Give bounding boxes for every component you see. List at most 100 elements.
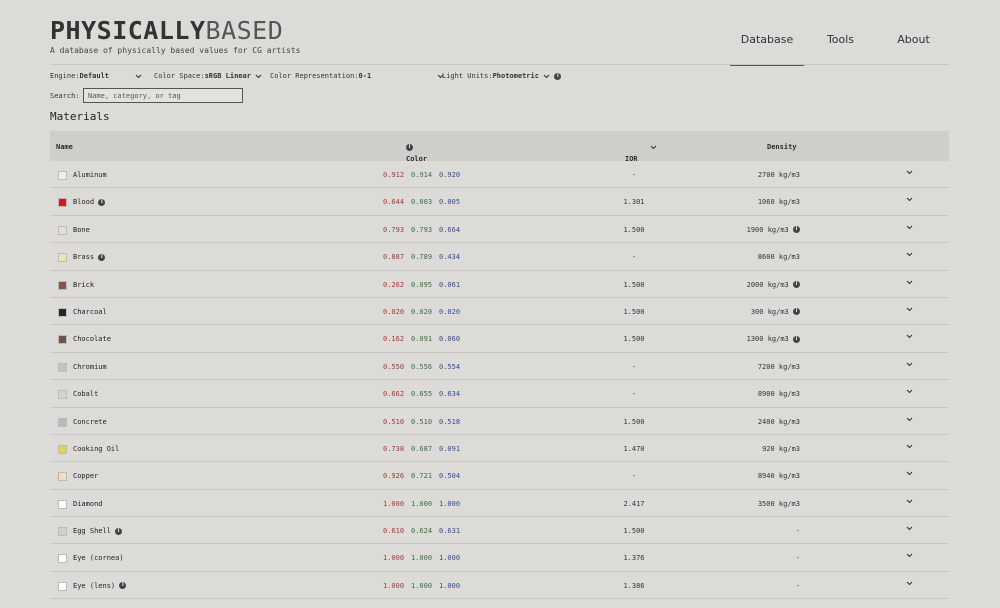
chevron-down-icon[interactable]	[906, 252, 913, 257]
color-swatch	[58, 390, 67, 400]
info-icon[interactable]: i	[98, 198, 106, 206]
color-b-value: 1.000	[439, 499, 461, 508]
density-label: 300 kg/m3	[750, 307, 789, 316]
material-name: Concrete	[73, 418, 107, 426]
chevron-down-icon[interactable]	[906, 581, 913, 586]
table-row[interactable]: Brick 0.262 0.095 0.061 1.500 2000 kg/m3 i	[50, 271, 949, 298]
chevron-down-icon[interactable]	[906, 307, 913, 312]
ior-value: 1.500	[623, 225, 645, 234]
color-g-value: 0.624	[411, 527, 433, 536]
header-name[interactable]: Name	[56, 143, 73, 151]
header-ior[interactable]: IOR	[625, 143, 657, 163]
color-swatch	[58, 362, 67, 372]
density-value: 1300 kg/m3 i	[700, 335, 800, 343]
info-icon[interactable]: i	[119, 582, 127, 590]
color-b-value: 0.434	[439, 253, 461, 262]
material-name: Blood i	[73, 198, 106, 206]
table-row[interactable]: Chocolate 0.162 0.091 0.060 1.500 1300 kg/m3 …	[50, 325, 949, 353]
chevron-down-icon[interactable]	[906, 197, 913, 202]
material-name-label: Chocolate	[73, 335, 111, 344]
light-units-value: Photometric	[492, 72, 539, 80]
chevron-down-icon[interactable]	[906, 526, 913, 531]
chevron-down-icon[interactable]	[906, 280, 913, 285]
table-row[interactable]: Eye (cornea) 1.000 1.000 1.000 1.376 -	[50, 544, 949, 572]
density-label: 920 kg/m3	[762, 444, 800, 453]
nav-about[interactable]: About	[877, 34, 950, 66]
color-b-value: 1.000	[439, 581, 461, 590]
info-icon[interactable]: i	[115, 527, 123, 535]
table-row[interactable]: Copper 0.926 0.721 0.504 - 8940 kg/m3	[50, 462, 949, 490]
info-icon[interactable]: i	[793, 335, 800, 343]
color-b-value: 0.060	[439, 335, 461, 344]
nav-database[interactable]: Database	[730, 34, 804, 66]
table-row[interactable]: Chromium 0.550 0.556 0.554 - 7200 kg/m3	[50, 353, 949, 381]
table-row[interactable]: Eye (lens) i 1.000 1.000 1.000 1.386 -	[50, 572, 949, 600]
density-label: 1900 kg/m3	[746, 225, 789, 234]
sort-chevron-icon[interactable]	[650, 145, 657, 150]
density-value: 8600 kg/m3	[700, 253, 800, 261]
chevron-down-icon[interactable]	[906, 417, 913, 422]
info-icon[interactable]: i	[793, 308, 800, 316]
search-input[interactable]	[83, 88, 243, 103]
material-name: Cobalt	[73, 390, 98, 398]
table-row[interactable]: Egg Shell i 0.610 0.624 0.631 1.500 -	[50, 517, 949, 545]
header-density[interactable]: Density	[767, 143, 797, 151]
info-icon[interactable]: i	[793, 281, 800, 289]
chevron-down-icon[interactable]	[906, 362, 913, 367]
table-row[interactable]: Cooking Oil 0.738 0.687 0.091 1.470 920 kg/m3	[50, 435, 949, 463]
color-swatch	[58, 472, 67, 482]
info-icon[interactable]: i	[793, 226, 800, 234]
density-label: 1060 kg/m3	[757, 198, 800, 207]
color-r-value: 0.738	[383, 444, 405, 453]
color-r-value: 1.000	[383, 581, 405, 590]
site-logo[interactable]: PHYSICALLYBASED	[50, 17, 283, 45]
chevron-down-icon[interactable]	[906, 389, 913, 394]
density-label: -	[795, 581, 800, 590]
table-row[interactable]: Diamond 1.000 1.000 1.000 2.417 3500 kg/m3	[50, 490, 949, 518]
chevron-down-icon[interactable]	[906, 553, 913, 558]
table-row[interactable]: Blood i 0.644 0.003 0.005 1.301 1060 kg/m3	[50, 188, 949, 216]
table-row[interactable]: Aluminum 0.912 0.914 0.920 - 2700 kg/m3	[50, 161, 949, 189]
table-row[interactable]: Cobalt 0.662 0.655 0.634 - 8900 kg/m3	[50, 380, 949, 408]
density-value: 2700 kg/m3	[700, 171, 800, 179]
density-label: -	[795, 554, 800, 563]
chevron-down-icon[interactable]	[906, 170, 913, 175]
table-header: Name Color i IOR Density	[50, 131, 949, 163]
material-name-label: Eye (lens)	[73, 581, 116, 590]
materials-table: Name Color i IOR Density Aluminum 0.912 0.…	[50, 131, 949, 600]
engine-select[interactable]: Engine:Default	[50, 72, 142, 80]
info-icon[interactable]: i	[98, 253, 106, 261]
info-icon[interactable]: i	[406, 143, 413, 151]
nav-tools[interactable]: Tools	[804, 34, 877, 66]
section-title: Materials	[50, 110, 110, 123]
density-label: 2400 kg/m3	[757, 417, 800, 426]
color-swatch	[58, 253, 67, 263]
info-icon[interactable]: i	[554, 72, 562, 80]
table-row[interactable]: Concrete 0.510 0.510 0.518 1.500 2400 kg/m3	[50, 408, 949, 435]
color-r-value: 0.020	[383, 307, 405, 316]
color-space-select[interactable]: Color Space:sRGB Linear	[154, 72, 262, 80]
engine-label: Engine:	[50, 72, 80, 80]
chevron-down-icon[interactable]	[906, 471, 913, 476]
density-value: -	[700, 554, 800, 562]
chevron-down-icon[interactable]	[906, 499, 913, 504]
table-row[interactable]: Charcoal 0.020 0.020 0.020 1.500 300 kg/m3 i	[50, 298, 949, 326]
chevron-down-icon[interactable]	[906, 225, 913, 230]
chevron-down-icon[interactable]	[906, 334, 913, 339]
material-name-label: Brick	[73, 280, 95, 289]
table-row[interactable]: Brass i 0.887 0.789 0.434 - 8600 kg/m3	[50, 243, 949, 271]
density-value: 2400 kg/m3	[700, 418, 800, 426]
header-color[interactable]: Color i	[406, 143, 427, 163]
color-representation-select[interactable]: Color Representation:0-1	[270, 72, 444, 80]
color-b-value: 0.554	[439, 362, 461, 371]
material-name: Eye (lens) i	[73, 581, 127, 590]
table-row[interactable]: Bone 0.793 0.793 0.664 1.500 1900 kg/m3 i	[50, 216, 949, 244]
material-name: Charcoal	[73, 308, 107, 316]
light-units-select[interactable]: Light Units:Photometric i	[442, 72, 562, 80]
material-name-label: Brass	[73, 253, 95, 262]
color-swatch	[58, 444, 67, 454]
material-name-label: Concrete	[73, 417, 107, 426]
material-name-label: Cooking Oil	[73, 444, 120, 453]
chevron-down-icon[interactable]	[906, 444, 913, 449]
color-g-value: 0.003	[411, 198, 433, 207]
